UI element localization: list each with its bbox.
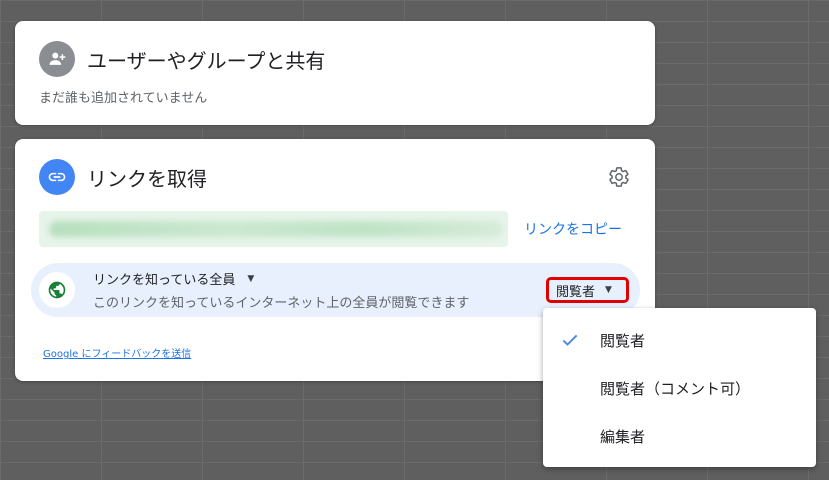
redacted-url (49, 221, 502, 237)
check-icon (562, 334, 578, 346)
feedback-link[interactable]: Google にフィードバックを送信 (43, 345, 191, 360)
share-url-field[interactable] (39, 211, 508, 247)
role-menu: 閲覧者 閲覧者（コメント可） 編集者 (543, 308, 816, 467)
menu-item-label: 閲覧者（コメント可） (600, 379, 751, 398)
menu-item-editor[interactable]: 編集者 (543, 412, 816, 460)
copy-link-button[interactable]: リンクをコピー (524, 219, 622, 239)
role-dropdown-button[interactable]: 閲覧者 ▼ (546, 277, 629, 303)
menu-item-viewer[interactable]: 閲覧者 (543, 316, 816, 364)
access-scope-label: リンクを知っている全員 (93, 273, 236, 288)
share-card: ユーザーやグループと共有 まだ誰も追加されていません (15, 21, 655, 125)
menu-item-label: 編集者 (600, 427, 646, 446)
menu-item-commenter[interactable]: 閲覧者（コメント可） (543, 364, 816, 412)
caret-down-icon: ▼ (247, 273, 255, 284)
caret-down-icon: ▼ (605, 285, 612, 295)
access-description: このリンクを知っているインターネット上の全員が閲覧できます (93, 296, 470, 311)
get-link-title: リンクを取得 (87, 167, 207, 191)
role-label: 閲覧者 (556, 284, 596, 300)
share-title: ユーザーやグループと共有 (87, 49, 326, 73)
link-icon (39, 159, 75, 195)
gear-icon[interactable] (607, 165, 631, 189)
menu-item-label: 閲覧者 (600, 331, 646, 350)
globe-icon (39, 272, 75, 308)
access-scope-dropdown[interactable]: リンクを知っている全員 ▼ (93, 269, 254, 288)
share-subtitle: まだ誰も追加されていません (39, 91, 208, 106)
add-person-icon (39, 41, 75, 77)
